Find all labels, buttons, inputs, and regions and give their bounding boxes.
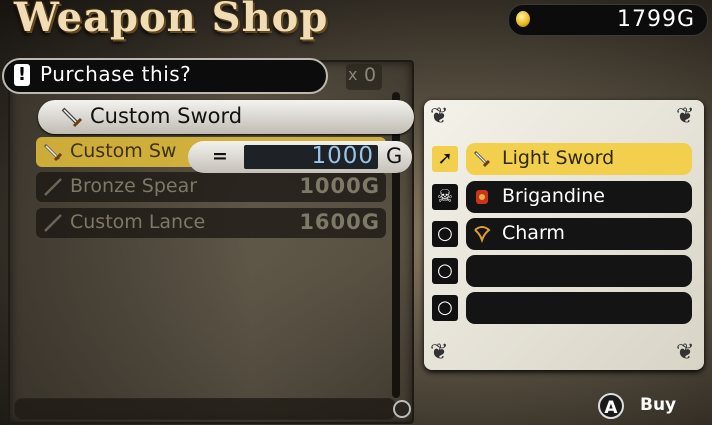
equals-sign: = (212, 145, 228, 167)
equipment-slot-bar (466, 255, 692, 287)
equipment-slot-bar: Brigandine (466, 181, 692, 213)
corner-flourish-icon: ❦ (430, 340, 449, 365)
equipment-slot-bar: Light Sword (466, 143, 692, 175)
equipment-slot-accessory[interactable]: ○ (432, 292, 692, 324)
sword-icon (43, 143, 63, 162)
owned-quantity: x 0 (346, 64, 382, 90)
equipment-item-name: Light Sword (502, 147, 615, 169)
equipment-slot-bar: Charm (466, 218, 692, 250)
equipment-item-name: Brigandine (502, 185, 605, 207)
a-button-icon: A (598, 393, 624, 419)
corner-flourish-icon: ❦ (676, 340, 695, 365)
lance-icon (44, 214, 62, 232)
equipment-slot-accessory[interactable]: ○ Charm (432, 218, 692, 250)
shop-item-name: Custom Sw (70, 140, 177, 162)
cost-display: = 1000 G (188, 141, 412, 173)
gold-amount: 1799G (616, 7, 695, 32)
shop-item-name: Custom Lance (70, 211, 206, 233)
accessory-slot-icon: ○ (432, 221, 458, 247)
equipment-item-name: Charm (502, 222, 565, 244)
cost-value: 1000 (311, 143, 374, 169)
prompt-text: Purchase this? (40, 62, 192, 86)
cost-unit: G (386, 144, 403, 168)
corner-flourish-icon: ❦ (676, 104, 695, 129)
cost-value-box: 1000 (244, 143, 378, 169)
equipment-slot-bar (466, 292, 692, 324)
selected-item-name: Custom Sword (90, 104, 243, 128)
purchase-prompt: ! Purchase this? (2, 58, 328, 94)
charm-icon (474, 226, 491, 244)
armor-slot-icon: ☠ (432, 184, 458, 210)
gold-display: 1799G (508, 4, 708, 36)
equipment-slot-weapon[interactable]: ➚ Light Sword (432, 143, 692, 175)
shop-item-price: 1000G (299, 174, 380, 198)
accessory-slot-icon: ○ (432, 295, 458, 321)
spear-icon (44, 178, 62, 196)
shop-item-name: Bronze Spear (70, 175, 198, 197)
scroll-end-icon (393, 400, 411, 418)
owned-prefix: x (348, 65, 358, 84)
coin-icon (516, 11, 530, 27)
sword-icon (61, 107, 83, 128)
shop-title: Weapon Shop (14, 0, 329, 41)
accessory-slot-icon: ○ (432, 258, 458, 284)
list-scrollbar[interactable] (392, 92, 400, 398)
sword-icon (473, 150, 491, 168)
equipment-slot-armor[interactable]: ☠ Brigandine (432, 181, 692, 213)
shop-item-row[interactable]: Custom Lance 1600G (36, 208, 386, 238)
equipment-slot-accessory[interactable]: ○ (432, 255, 692, 287)
shop-item-price: 1600G (299, 210, 380, 234)
buy-label: Buy (640, 395, 677, 415)
armor-icon (476, 190, 488, 204)
description-bar (14, 398, 396, 420)
owned-count: 0 (364, 64, 377, 86)
selected-item-pill: Custom Sword (38, 100, 414, 134)
shop-item-row[interactable]: Bronze Spear 1000G (36, 172, 386, 202)
weapon-slot-icon: ➚ (432, 146, 458, 172)
corner-flourish-icon: ❦ (430, 104, 449, 129)
exclamation-icon: ! (14, 64, 30, 86)
